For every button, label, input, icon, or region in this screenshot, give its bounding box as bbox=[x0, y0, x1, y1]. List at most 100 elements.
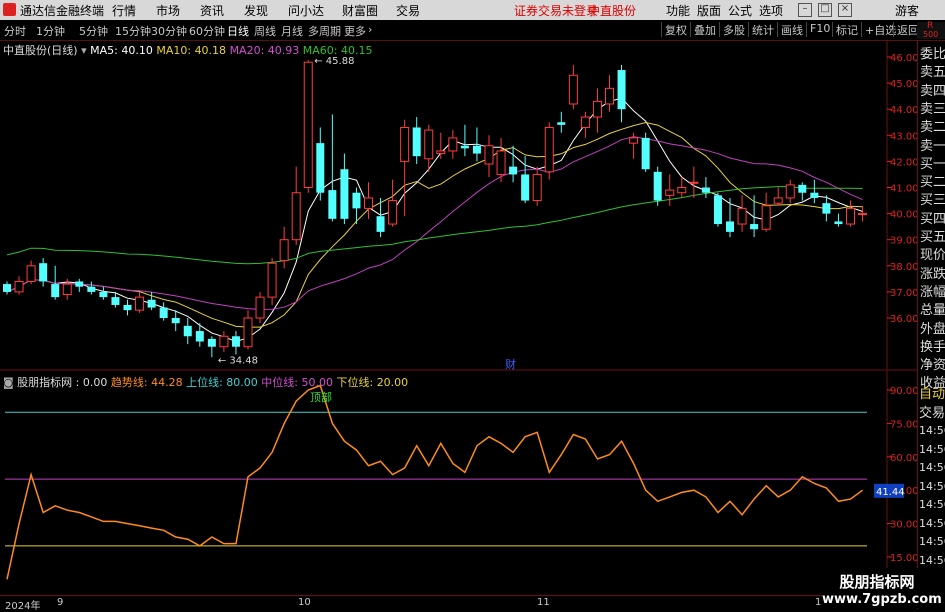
tab-monthly[interactable]: 月线 bbox=[281, 23, 303, 39]
app-logo-icon bbox=[3, 3, 16, 16]
side-item-4[interactable]: 卖二 bbox=[920, 118, 945, 137]
menu-shichang[interactable]: 市场 bbox=[156, 2, 180, 19]
candle-body bbox=[713, 195, 722, 225]
ma60-line bbox=[6, 185, 863, 265]
candle-body bbox=[472, 145, 481, 154]
side-auto[interactable]: 自动 bbox=[919, 385, 945, 404]
side-item-7[interactable]: 买二 bbox=[920, 173, 945, 192]
side-item-1[interactable]: 卖五 bbox=[920, 63, 945, 82]
side-item-8[interactable]: 买三 bbox=[920, 191, 945, 210]
tab-15min[interactable]: 15分钟 bbox=[115, 23, 151, 39]
tab-daily[interactable]: 日线 bbox=[227, 23, 249, 39]
drawing-button[interactable]: 画线 bbox=[777, 22, 803, 37]
app-title: 通达信金融终端 bbox=[20, 4, 105, 18]
candle-body bbox=[557, 122, 566, 125]
side-item-5[interactable]: 卖一 bbox=[920, 137, 945, 156]
ma20-label: MA20 bbox=[229, 44, 261, 57]
candle-body bbox=[328, 190, 337, 219]
tab-30min[interactable]: 30分钟 bbox=[151, 23, 187, 39]
side-item-6[interactable]: 买一 bbox=[920, 155, 945, 174]
ma60-value: 40.15 bbox=[341, 44, 373, 57]
add-watchlist-button[interactable]: +自选 bbox=[861, 22, 896, 37]
trend-line-label: 趋势线 bbox=[110, 376, 144, 389]
time-cell: 14:56 bbox=[919, 553, 945, 567]
tab-multi-period[interactable]: 多周期 bbox=[308, 23, 341, 39]
minimize-icon[interactable]: – bbox=[798, 3, 812, 17]
menu-wenxiaoda[interactable]: 问小达 bbox=[288, 2, 324, 19]
tab-weekly[interactable]: 周线 bbox=[254, 23, 276, 39]
menu-gongneng[interactable]: 功能 bbox=[666, 2, 690, 19]
side-item-12[interactable]: 涨跌 bbox=[920, 265, 945, 284]
chart-area[interactable]: 46.00 45.00 44.00 43.00 42.00 41.00 40.00 39.00… bbox=[0, 40, 918, 609]
side-item-3[interactable]: 卖三 bbox=[920, 100, 945, 119]
mid-line-value: 50.00 bbox=[301, 376, 333, 389]
chevron-right-icon[interactable]: › bbox=[368, 23, 372, 36]
menu-xuanxiang[interactable]: 选项 bbox=[759, 2, 783, 19]
back-button[interactable]: 返回 bbox=[893, 22, 919, 37]
x-label-nov: 11 bbox=[537, 597, 550, 608]
menu-jiaoyi[interactable]: 交易 bbox=[396, 2, 420, 19]
menu-banmian[interactable]: 版面 bbox=[697, 2, 721, 19]
f10-button[interactable]: F10 bbox=[806, 22, 830, 37]
ind-y-tick-label: 90.00 bbox=[890, 386, 918, 397]
candle-body bbox=[123, 304, 132, 311]
candle-body bbox=[484, 145, 494, 165]
candle-body bbox=[231, 336, 240, 347]
trend-line-value: 44.28 bbox=[151, 376, 183, 389]
tab-more[interactable]: 更多 bbox=[344, 23, 366, 39]
time-cell: 14:56 bbox=[919, 498, 945, 511]
menu-caifuquan[interactable]: 财富圈 bbox=[342, 2, 378, 19]
candle-body bbox=[726, 221, 734, 232]
candle-body bbox=[14, 280, 24, 293]
menu-gongshi[interactable]: 公式 bbox=[728, 2, 752, 19]
candle-body bbox=[207, 338, 216, 347]
guest-label[interactable]: 游客 bbox=[895, 2, 919, 19]
candle-body bbox=[340, 169, 349, 219]
side-item-17[interactable]: 净资 bbox=[920, 356, 945, 375]
upper-line-label: 上位线 bbox=[186, 376, 220, 389]
side-item-9[interactable]: 买四 bbox=[920, 210, 945, 229]
financial-event-marker: 财 bbox=[505, 357, 516, 371]
candle-body bbox=[810, 192, 819, 198]
ma5-value: 40.10 bbox=[121, 44, 153, 57]
side-item-15[interactable]: 外盘 bbox=[920, 320, 945, 339]
candle-body bbox=[291, 192, 301, 241]
chevron-down-icon[interactable]: ▾ bbox=[81, 44, 90, 57]
menu-zixun[interactable]: 资讯 bbox=[200, 2, 224, 19]
x-label-sep: 9 bbox=[57, 597, 64, 608]
indicator-settings-icon[interactable]: ◙ bbox=[3, 376, 17, 389]
mark-button[interactable]: 标记 bbox=[832, 22, 858, 37]
side-item-13[interactable]: 涨幅 bbox=[920, 283, 945, 302]
side-item-10[interactable]: 买五 bbox=[920, 228, 945, 247]
candle-body bbox=[243, 317, 253, 348]
side-item-14[interactable]: 总量 bbox=[920, 301, 945, 320]
menu-hangqing[interactable]: 行情 bbox=[112, 2, 136, 19]
candle-body bbox=[219, 335, 229, 348]
side-item-16[interactable]: 换手 bbox=[920, 338, 945, 357]
multi-stock-button[interactable]: 多股 bbox=[719, 22, 745, 37]
side-item-2[interactable]: 卖四 bbox=[920, 82, 945, 101]
side-trade[interactable]: 交易 bbox=[919, 404, 945, 423]
side-item-0[interactable]: 委比 bbox=[920, 45, 945, 64]
tab-5min[interactable]: 5分钟 bbox=[79, 23, 108, 39]
side-item-11[interactable]: 现价 bbox=[920, 246, 945, 265]
candle-body bbox=[364, 197, 373, 209]
ind-y-tick-label: 60.00 bbox=[890, 453, 918, 464]
login-notice[interactable]: 证券交易未登录 bbox=[514, 2, 598, 19]
tab-60min[interactable]: 60分钟 bbox=[189, 23, 225, 39]
candle-body bbox=[39, 263, 48, 282]
restore-icon[interactable]: □ bbox=[818, 3, 832, 17]
close-icon[interactable]: × bbox=[838, 3, 852, 17]
menu-faxian[interactable]: 发现 bbox=[244, 2, 268, 19]
watermark-line2: www.7gpzb.com bbox=[822, 592, 942, 607]
x-axis: 2024年 9 10 11 12 bbox=[0, 595, 918, 612]
tab-fenshi[interactable]: 分时 bbox=[4, 23, 26, 39]
fuquan-button[interactable]: 复权 bbox=[661, 22, 687, 37]
candle-body bbox=[183, 325, 192, 337]
candle-body bbox=[701, 187, 710, 193]
tab-1min[interactable]: 1分钟 bbox=[36, 23, 65, 39]
candle-body bbox=[171, 318, 180, 324]
overlay-button[interactable]: 叠加 bbox=[690, 22, 716, 37]
statistics-button[interactable]: 统计 bbox=[748, 22, 774, 37]
candle-body bbox=[195, 331, 204, 342]
